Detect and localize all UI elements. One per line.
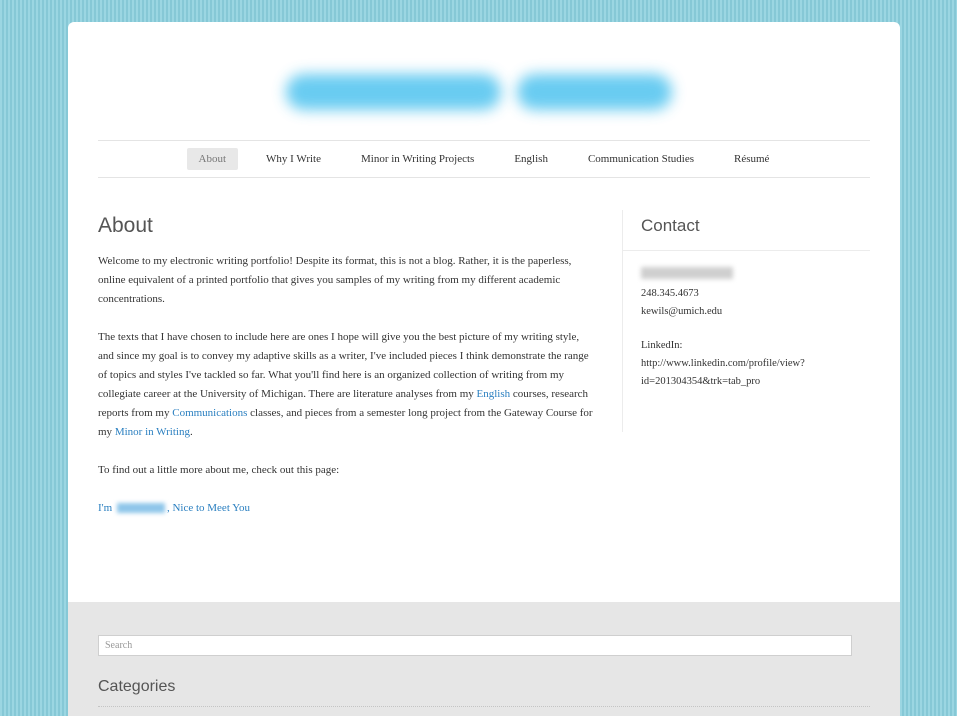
site-title-blur-left <box>286 74 501 110</box>
blurred-contact-name <box>641 267 733 279</box>
linkedin-url-line-1: http://www.linkedin.com/profile/view? <box>641 358 805 369</box>
minor-in-writing-link[interactable]: Minor in Writing <box>115 426 190 438</box>
nav-item-about[interactable]: About <box>186 148 239 170</box>
texts-paragraph: The texts that I have chosen to include … <box>98 328 593 442</box>
linkedin-label: LinkedIn: <box>641 340 683 351</box>
nav-item-resume[interactable]: Résumé <box>722 148 781 170</box>
site-title-blurred[interactable] <box>286 72 686 112</box>
page: About Why I Write Minor in Writing Proje… <box>68 22 900 716</box>
footer-widgets: Categories <box>68 602 900 716</box>
main-content: About Welcome to my electronic writing p… <box>98 214 593 537</box>
find-out-paragraph: To find out a little more about me, chec… <box>98 464 340 476</box>
main-nav: About Why I Write Minor in Writing Proje… <box>98 140 870 178</box>
english-link[interactable]: English <box>477 388 511 400</box>
categories-divider <box>98 706 870 707</box>
blurred-name <box>116 503 165 514</box>
nav-item-minor-in-writing-projects[interactable]: Minor in Writing Projects <box>349 148 486 170</box>
texts-paragraph-part-d: . <box>189 426 193 438</box>
contact-title: Contact <box>623 210 870 251</box>
page-title: About <box>98 214 153 237</box>
contact-body: 248.345.4673 kewils@umich.edu LinkedIn: … <box>623 251 870 391</box>
contact-sidebar: Contact 248.345.4673 kewils@umich.edu Li… <box>622 210 870 432</box>
contact-email: kewils@umich.edu <box>641 306 723 317</box>
contact-spacer <box>641 321 870 337</box>
search-input[interactable] <box>98 635 852 656</box>
nice-to-meet-you-paragraph: I'm , Nice to Meet You <box>98 499 593 518</box>
linkedin-url-line-2: id=201304354&trk=tab_pro <box>641 376 761 387</box>
nav-item-why-i-write[interactable]: Why I Write <box>254 148 333 170</box>
contact-phone: 248.345.4673 <box>641 288 699 299</box>
intro-paragraph: Welcome to my electronic writing portfol… <box>98 255 572 305</box>
nice-to-meet-you-link[interactable]: I'm , Nice to Meet You <box>98 502 250 514</box>
communications-link[interactable]: Communications <box>172 407 247 419</box>
nice-to-meet-you-link-prefix: I'm <box>98 502 115 514</box>
nav-item-communication-studies[interactable]: Communication Studies <box>576 148 706 170</box>
site-title-blur-right <box>517 74 672 110</box>
nav-item-english[interactable]: English <box>502 148 560 170</box>
nice-to-meet-you-link-suffix: , Nice to Meet You <box>166 502 251 514</box>
categories-title: Categories <box>98 678 176 695</box>
